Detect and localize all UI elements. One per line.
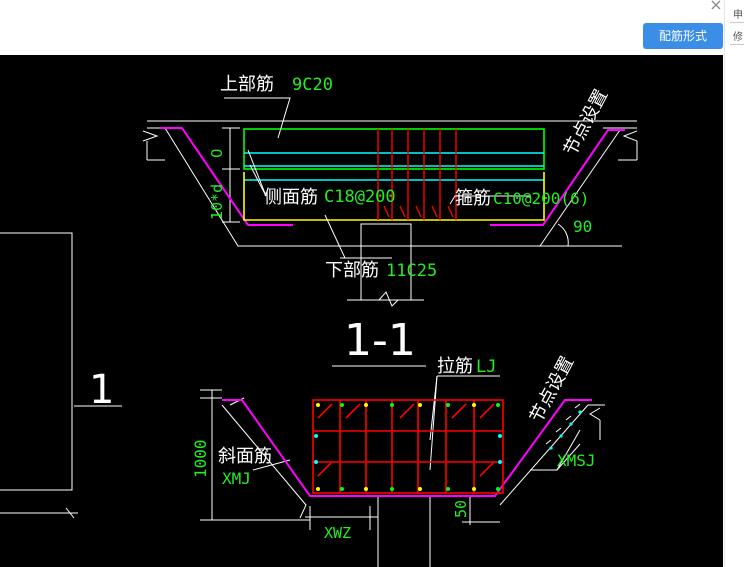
bottom-dim: XWZ [324,524,351,542]
slope-bar-right: XMSJ [557,451,596,470]
side-bar-value: C18@200 [324,187,396,207]
upper-leader-lines [224,97,569,259]
dim-side: 10*d [208,184,226,220]
close-icon[interactable]: × [706,0,726,14]
rebar-form-button[interactable]: 配筋形式 [643,23,723,49]
section-drawing: 1 上部筋 9C20 0 10*d 侧面筋 C18@200 箍筋 C10@200… [0,74,638,567]
edge-char-1: 申 [733,10,743,21]
tie-value: LJ [476,357,496,377]
edge-divider [730,44,744,45]
top-bar-label: 上部筋 [220,74,274,95]
dim-zero: 0 [208,148,226,158]
tie-label: 拉筋 [437,356,473,377]
lower-node-label: 节点设置 [526,353,578,426]
height-dim: 1000 [191,439,210,478]
slope-bar-value: XMJ [222,469,251,488]
dialog-header: × 配筋形式 [0,0,747,55]
adjacent-panel-edge [724,0,747,567]
cad-canvas[interactable]: 1 上部筋 9C20 0 10*d 侧面筋 C18@200 箍筋 C10@200… [0,55,723,567]
stirrup-value: C10@200(6) [493,189,589,208]
section-marker: 1 [89,367,114,413]
stirrup-label: 箍筋 [455,188,491,209]
lower-rebar-mesh [312,399,504,494]
top-bar-value: 9C20 [292,75,333,95]
edge-char-2: 修 [733,32,743,43]
angle-value: 90 [573,217,592,236]
slope-bar-label: 斜面筋 [218,446,272,467]
small-dim: 50 [452,500,470,518]
upper-node-label: 节点设置 [560,86,612,159]
edge-divider [730,22,744,23]
bottom-bar-label: 下部筋 [325,260,379,281]
side-bar-label: 侧面筋 [264,187,318,208]
section-title: 1-1 [344,315,416,366]
bottom-bar-value: 11C25 [386,261,437,281]
